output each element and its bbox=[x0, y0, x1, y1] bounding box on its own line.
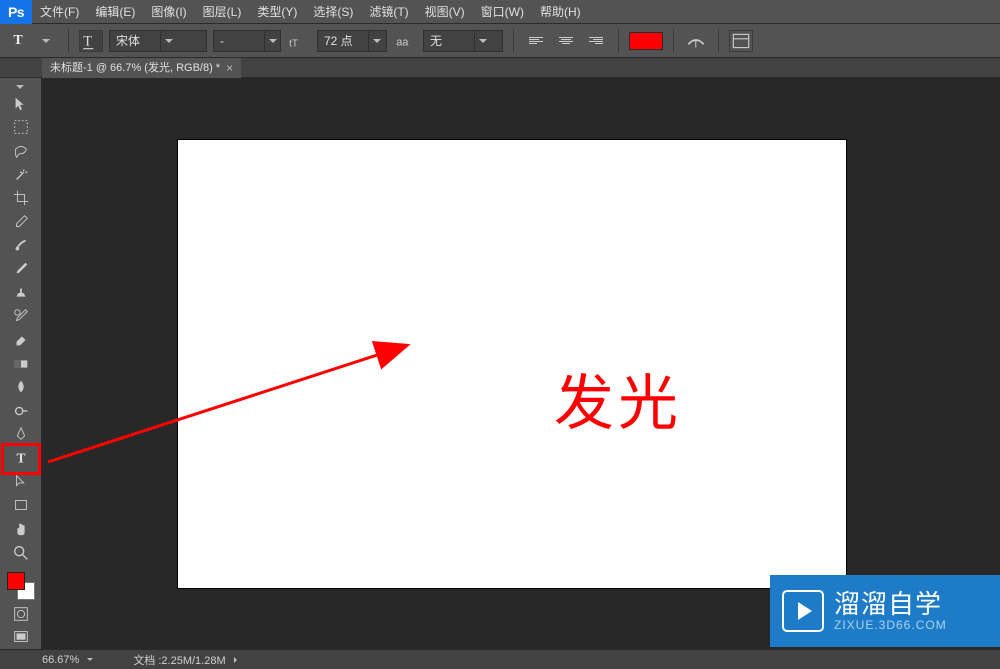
zoom-level[interactable]: 66.67% bbox=[42, 654, 79, 666]
eyedropper-tool[interactable] bbox=[6, 210, 36, 234]
align-center-button[interactable] bbox=[554, 30, 578, 52]
chevron-down-icon bbox=[160, 31, 176, 51]
menu-filter[interactable]: 滤镜(T) bbox=[361, 0, 416, 24]
svg-text:tT: tT bbox=[289, 38, 298, 49]
eraser-tool[interactable] bbox=[6, 328, 36, 352]
document-tab[interactable]: 未标题-1 @ 66.7% (发光, RGB/8) * × bbox=[42, 58, 241, 78]
dodge-tool[interactable] bbox=[6, 399, 36, 423]
lasso-tool[interactable] bbox=[6, 139, 36, 163]
font-style-combo[interactable]: - bbox=[213, 30, 281, 52]
zoom-tool[interactable] bbox=[6, 541, 36, 565]
menu-layer[interactable]: 图层(L) bbox=[195, 0, 250, 24]
type-tool[interactable]: T bbox=[6, 446, 36, 470]
magic-wand-tool[interactable] bbox=[6, 163, 36, 187]
menu-help[interactable]: 帮助(H) bbox=[532, 0, 589, 24]
font-family-value: 宋体 bbox=[110, 32, 160, 49]
character-panel-button[interactable] bbox=[729, 30, 753, 52]
gradient-tool[interactable] bbox=[6, 352, 36, 376]
app-logo: Ps bbox=[0, 0, 32, 24]
canvas-text-layer[interactable]: 发光 bbox=[554, 355, 682, 442]
antialias-combo[interactable]: 无 bbox=[423, 30, 503, 52]
chevron-down-icon[interactable] bbox=[87, 658, 93, 661]
watermark-subtitle: ZIXUE.3D66.COM bbox=[834, 619, 947, 632]
warp-text-button[interactable]: T bbox=[684, 30, 708, 52]
tool-letter: T bbox=[13, 33, 22, 49]
canvas-viewport[interactable]: 发光 bbox=[42, 78, 1000, 649]
document-tab-bar: 未标题-1 @ 66.7% (发光, RGB/8) * × bbox=[0, 58, 1000, 78]
svg-text:T: T bbox=[83, 33, 92, 49]
menu-type[interactable]: 类型(Y) bbox=[249, 0, 305, 24]
move-tool[interactable] bbox=[6, 92, 36, 116]
chevron-down-icon bbox=[474, 31, 490, 51]
menu-bar: Ps 文件(F) 编辑(E) 图像(I) 图层(L) 类型(Y) 选择(S) 滤… bbox=[0, 0, 1000, 24]
path-selection-tool[interactable] bbox=[6, 470, 36, 494]
watermark-play-icon bbox=[782, 590, 824, 632]
align-right-button[interactable] bbox=[584, 30, 608, 52]
blur-tool[interactable] bbox=[6, 375, 36, 399]
divider bbox=[618, 29, 619, 53]
svg-text:aa: aa bbox=[396, 36, 409, 48]
chevron-down-icon bbox=[368, 31, 384, 51]
crop-tool[interactable] bbox=[6, 186, 36, 210]
font-size-value: 72 点 bbox=[318, 32, 368, 49]
tool-preset-indicator[interactable]: T bbox=[8, 31, 28, 51]
menu-edit[interactable]: 编辑(E) bbox=[87, 0, 143, 24]
antialias-icon: aa bbox=[393, 30, 417, 52]
menu-select[interactable]: 选择(S) bbox=[305, 0, 361, 24]
rectangle-tool[interactable] bbox=[6, 493, 36, 517]
document-info[interactable]: 文档 :2.25M/1.28M bbox=[133, 652, 225, 668]
svg-text:T: T bbox=[693, 39, 699, 50]
screen-mode-button[interactable] bbox=[6, 625, 36, 649]
watermark-overlay: 溜溜自学 ZIXUE.3D66.COM bbox=[770, 575, 1000, 647]
healing-brush-tool[interactable] bbox=[6, 234, 36, 258]
document-tab-title: 未标题-1 @ 66.7% (发光, RGB/8) * bbox=[50, 58, 220, 78]
divider bbox=[68, 29, 69, 53]
text-orientation-toggle[interactable]: T bbox=[79, 30, 103, 52]
quick-mask-button[interactable] bbox=[6, 602, 36, 626]
menu-view[interactable]: 视图(V) bbox=[417, 0, 473, 24]
font-family-combo[interactable]: 宋体 bbox=[109, 30, 207, 52]
align-left-button[interactable] bbox=[524, 30, 548, 52]
text-color-swatch[interactable] bbox=[629, 32, 663, 50]
text-orientation-icon: T bbox=[80, 30, 102, 52]
options-bar: T T 宋体 - tT 72 点 aa 无 bbox=[0, 24, 1000, 58]
menu-file[interactable]: 文件(F) bbox=[32, 0, 87, 24]
toolbar-collapse-toggle[interactable] bbox=[0, 82, 41, 92]
workspace: T 发光 bbox=[0, 78, 1000, 649]
marquee-tool[interactable] bbox=[6, 115, 36, 139]
font-size-icon: tT bbox=[287, 30, 311, 52]
warp-icon: T bbox=[685, 30, 707, 52]
menu-window[interactable]: 窗口(W) bbox=[473, 0, 532, 24]
svg-text:T: T bbox=[16, 451, 25, 466]
history-brush-tool[interactable] bbox=[6, 304, 36, 328]
font-style-value: - bbox=[214, 34, 264, 48]
hand-tool[interactable] bbox=[6, 517, 36, 541]
panel-icon bbox=[730, 30, 752, 52]
menu-image[interactable]: 图像(I) bbox=[143, 0, 194, 24]
font-size-combo[interactable]: 72 点 bbox=[317, 30, 387, 52]
foreground-color-swatch[interactable] bbox=[7, 572, 25, 590]
chevron-right-icon[interactable] bbox=[234, 657, 237, 663]
antialias-value: 无 bbox=[424, 32, 474, 49]
pen-tool[interactable] bbox=[6, 423, 36, 447]
clone-stamp-tool[interactable] bbox=[6, 281, 36, 305]
divider bbox=[513, 29, 514, 53]
document-canvas[interactable]: 发光 bbox=[178, 140, 846, 588]
divider bbox=[718, 29, 719, 53]
chevron-down-icon bbox=[264, 31, 280, 51]
brush-tool[interactable] bbox=[6, 257, 36, 281]
status-bar: 66.67% 文档 :2.25M/1.28M bbox=[0, 649, 1000, 669]
close-icon[interactable]: × bbox=[226, 58, 233, 78]
watermark-title: 溜溜自学 bbox=[834, 590, 947, 619]
divider bbox=[673, 29, 674, 53]
tools-panel: T bbox=[0, 78, 42, 649]
color-swatches[interactable] bbox=[5, 570, 37, 602]
tool-preset-menu[interactable] bbox=[34, 30, 58, 52]
